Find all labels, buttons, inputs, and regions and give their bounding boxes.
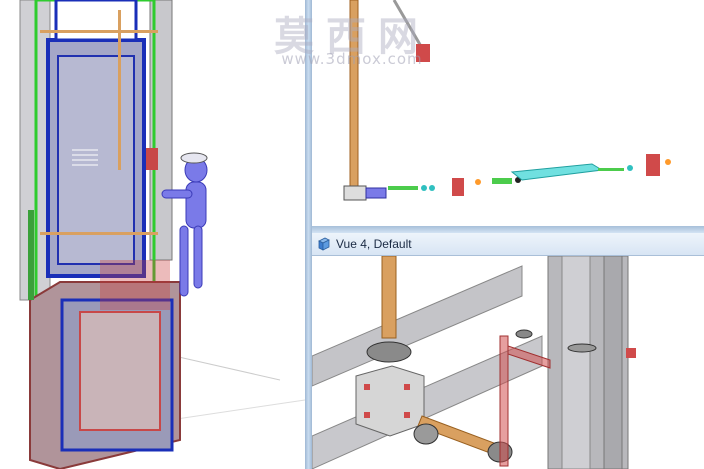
- viewport-perspective[interactable]: [0, 0, 305, 469]
- exploded-mechanism-model: [343, 0, 671, 201]
- rod-horizontal: [40, 30, 158, 33]
- red-bracket: [499, 335, 509, 467]
- flange: [413, 423, 439, 445]
- vertical-shaft: [349, 0, 359, 191]
- red-handle: [146, 148, 158, 170]
- view-cube-icon: [318, 237, 330, 251]
- red-marker: [626, 348, 636, 358]
- vertical-shaft: [381, 256, 397, 339]
- viewport-title: Vue 4, Default: [336, 237, 412, 251]
- top-opening: [54, 0, 138, 42]
- rod-vertical: [118, 10, 121, 170]
- cyan-shaft: [510, 163, 604, 181]
- gearbox-cube: [355, 365, 425, 437]
- rod-diagonal: [392, 0, 424, 49]
- red-highlight: [100, 260, 170, 310]
- ground-line: [169, 399, 305, 421]
- red-cap: [416, 44, 430, 62]
- blue-coupling: [365, 187, 387, 199]
- side-bar-green: [28, 210, 34, 300]
- bolt: [515, 329, 533, 339]
- viewport-separator-vertical[interactable]: [305, 0, 312, 469]
- bevel-gear: [366, 341, 412, 363]
- lower-gate-panel: [79, 311, 161, 431]
- viewport-vue4[interactable]: Vue 4, Default: [312, 233, 704, 469]
- viewport-titlebar[interactable]: Vue 4, Default: [312, 233, 704, 256]
- component-chain: [388, 154, 671, 196]
- rod-horizontal: [40, 232, 158, 235]
- bearing-red: [646, 154, 660, 176]
- gearbox-closeup-model: [312, 256, 636, 469]
- clamp: [567, 343, 597, 353]
- gate-assembly-model: [19, 0, 305, 469]
- column-edge: [603, 256, 623, 469]
- viewport-separator-horizontal[interactable]: [312, 226, 704, 233]
- viewport-top[interactable]: [312, 0, 704, 226]
- bearing-red: [452, 178, 464, 196]
- viewport-canvas[interactable]: [312, 256, 704, 469]
- column-inner: [561, 256, 591, 469]
- gearbox: [343, 185, 367, 201]
